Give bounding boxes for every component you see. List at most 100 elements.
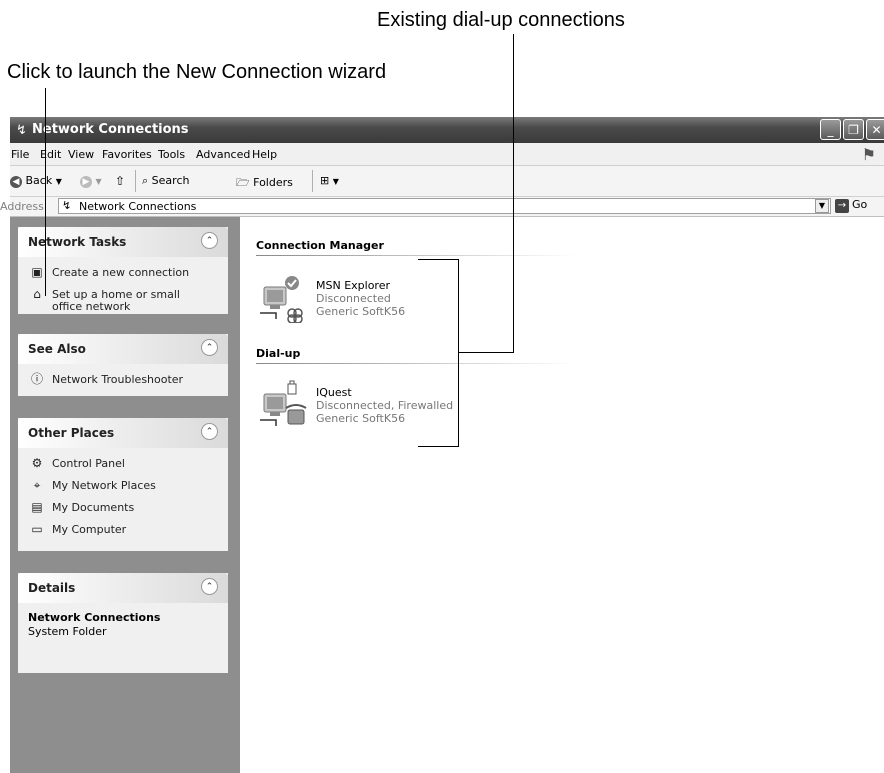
callout-leader-line <box>45 88 46 296</box>
network-tasks-panel: Network Tasks ⌃ ▣ Create a new connectio… <box>18 227 228 314</box>
task-pane: Network Tasks ⌃ ▣ Create a new connectio… <box>10 217 240 773</box>
back-dropdown-icon: ▼ <box>55 177 62 186</box>
go-label: Go <box>852 198 868 211</box>
my-network-places-link[interactable]: ⌖ My Network Places <box>18 476 228 498</box>
callout-bracket-line <box>418 446 459 447</box>
collapse-chevron-icon[interactable]: ⌃ <box>201 423 218 440</box>
menu-favorites[interactable]: Favorites <box>102 148 152 161</box>
callout-bracket-line <box>418 259 459 260</box>
views-dropdown-icon: ▼ <box>332 177 339 186</box>
network-connections-window: ↯ Network Connections _ ❐ ✕ File Edit Vi… <box>0 117 884 773</box>
close-button[interactable]: ✕ <box>866 119 884 140</box>
new-connection-icon: ▣ <box>31 265 43 279</box>
details-header[interactable]: Details ⌃ <box>18 573 228 603</box>
up-folder-icon: ⇧ <box>115 174 126 188</box>
menu-file[interactable]: File <box>11 148 29 161</box>
menu-view[interactable]: View <box>68 148 94 161</box>
go-arrow-icon: → <box>835 199 849 213</box>
home-network-label-line2: office network <box>52 300 131 313</box>
control-panel-link[interactable]: ⚙ Control Panel <box>18 454 228 476</box>
views-button[interactable]: ⊞ ▼ <box>320 174 339 187</box>
control-panel-icon: ⚙ <box>31 456 43 470</box>
connection-name: IQuest <box>316 386 352 399</box>
menu-bar: File Edit View Favorites Tools Advanced … <box>10 143 884 166</box>
address-input[interactable]: ↯ Network Connections ▼ <box>58 198 831 214</box>
connection-item-msn-explorer[interactable]: MSN Explorer Disconnected Generic SoftK5… <box>258 273 458 329</box>
toolbar: ◀ Back ▼ ▶ ▼ ⇧ ⌕ Search 🗁 Folders ⊞ ▼ <box>10 166 884 197</box>
network-connections-icon: ↯ <box>62 199 72 212</box>
search-icon: ⌕ <box>142 174 149 187</box>
connection-manager-icon <box>260 276 303 323</box>
control-panel-label: Control Panel <box>52 457 125 470</box>
network-troubleshooter-label: Network Troubleshooter <box>52 373 184 386</box>
window-title: Network Connections <box>32 122 189 137</box>
connection-device: Generic SoftK56 <box>316 305 406 318</box>
menu-advanced[interactable]: Advanced <box>196 148 250 161</box>
network-places-icon: ⌖ <box>33 478 41 492</box>
see-also-title: See Also <box>28 342 86 356</box>
network-connections-app-icon: ↯ <box>16 123 27 138</box>
connection-status: Disconnected, Firewalled <box>316 399 454 412</box>
views-icon: ⊞ <box>320 174 330 187</box>
see-also-panel: See Also ⌃ ⓘ Network Troubleshooter <box>18 334 228 396</box>
search-button[interactable]: ⌕ Search <box>142 174 189 188</box>
connection-status: Disconnected <box>316 292 391 305</box>
forward-arrow-icon: ▶ <box>80 176 92 188</box>
group-title-dial-up: Dial-up <box>256 347 301 360</box>
callout-leader-line <box>513 34 514 353</box>
group-title-connection-manager: Connection Manager <box>256 239 384 252</box>
toolbar-separator <box>312 170 313 192</box>
collapse-chevron-icon[interactable]: ⌃ <box>201 578 218 595</box>
collapse-chevron-icon[interactable]: ⌃ <box>201 339 218 356</box>
folders-icon: 🗁 <box>236 176 250 189</box>
other-places-header[interactable]: Other Places ⌃ <box>18 418 228 448</box>
folders-button[interactable]: 🗁 Folders <box>236 174 293 193</box>
details-name: Network Connections <box>28 611 161 624</box>
menu-edit[interactable]: Edit <box>40 148 61 161</box>
network-troubleshooter-link[interactable]: ⓘ Network Troubleshooter <box>18 370 228 392</box>
my-computer-link[interactable]: ▭ My Computer <box>18 520 228 542</box>
menu-help[interactable]: Help <box>252 148 277 161</box>
title-bar[interactable]: ↯ Network Connections _ ❐ ✕ <box>10 117 884 143</box>
forward-dropdown-icon: ▼ <box>95 177 102 186</box>
home-network-icon: ⌂ <box>33 287 41 301</box>
my-computer-label: My Computer <box>52 523 127 536</box>
my-documents-link[interactable]: ▤ My Documents <box>18 498 228 520</box>
computer-icon: ▭ <box>31 522 43 536</box>
up-folder-button[interactable]: ⇧ <box>115 174 125 188</box>
my-documents-label: My Documents <box>52 501 135 514</box>
menu-tools[interactable]: Tools <box>158 148 185 161</box>
details-type: System Folder <box>28 625 107 638</box>
network-tasks-header[interactable]: Network Tasks ⌃ <box>18 227 228 257</box>
go-button[interactable]: → Go <box>835 198 867 213</box>
back-button[interactable]: ◀ Back ▼ <box>10 174 62 188</box>
back-arrow-icon: ◀ <box>10 176 22 188</box>
windows-logo-icon: ⚑ <box>861 145 876 164</box>
callout-existing-dialup: Existing dial-up connections <box>377 9 625 31</box>
minimize-button[interactable]: _ <box>820 119 841 140</box>
details-title: Details <box>28 581 76 595</box>
address-label: Address <box>0 200 44 213</box>
create-new-connection-label: Create a new connection <box>52 266 190 279</box>
see-also-header[interactable]: See Also ⌃ <box>18 334 228 364</box>
address-value: Network Connections <box>79 200 197 213</box>
details-panel: Details ⌃ Network Connections System Fol… <box>18 573 228 673</box>
connection-name: MSN Explorer <box>316 279 390 292</box>
search-label: Search <box>151 174 190 187</box>
other-places-title: Other Places <box>28 426 115 440</box>
callout-bracket-line <box>458 259 459 447</box>
folders-label: Folders <box>253 176 293 189</box>
restore-button[interactable]: ❐ <box>843 119 864 140</box>
info-icon: ⓘ <box>30 372 43 386</box>
home-network-link[interactable]: ⌂ Set up a home or small office network <box>18 285 228 313</box>
network-tasks-title: Network Tasks <box>28 235 127 249</box>
address-dropdown-icon[interactable]: ▼ <box>815 199 829 213</box>
create-new-connection-link[interactable]: ▣ Create a new connection <box>18 263 228 285</box>
documents-folder-icon: ▤ <box>31 500 43 514</box>
collapse-chevron-icon[interactable]: ⌃ <box>201 232 218 249</box>
forward-button[interactable]: ▶ ▼ <box>80 174 102 188</box>
toolbar-separator <box>135 170 136 192</box>
back-label: Back <box>25 174 53 187</box>
connection-device: Generic SoftK56 <box>316 412 406 425</box>
connection-item-iquest[interactable]: IQuest Disconnected, Firewalled Generic … <box>258 380 458 436</box>
